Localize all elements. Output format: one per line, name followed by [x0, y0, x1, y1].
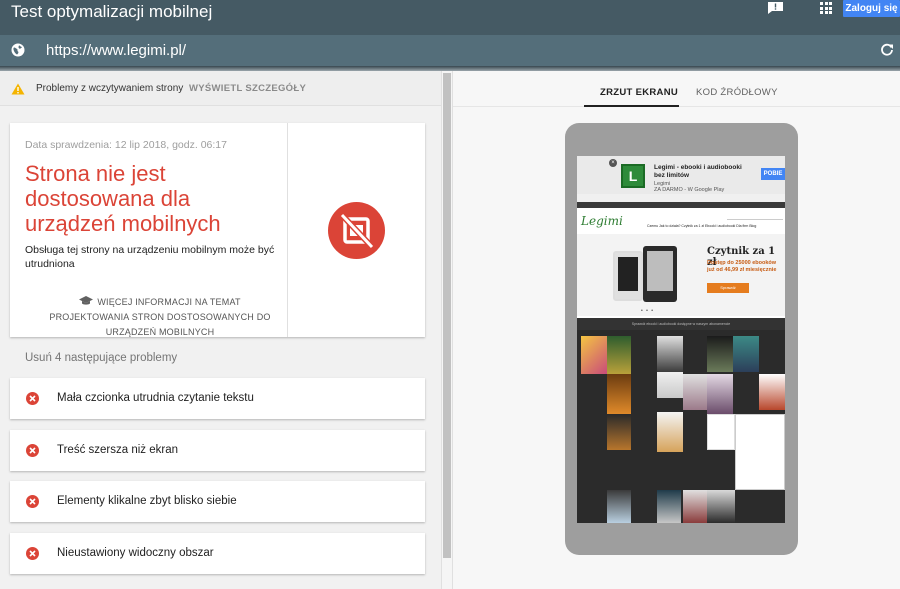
results-panel: Problemy z wczytywaniem strony WYŚWIETL … [0, 71, 452, 589]
url-text[interactable]: https://www.legimi.pl/ [46, 42, 186, 59]
issue-label: Elementy klikalne zbyt blisko siebie [57, 495, 237, 507]
apps-grid-icon[interactable] [820, 2, 832, 14]
book-cover [707, 490, 735, 523]
site-hero: Legimi Czemu Jak to działa? Czytnik za 1… [577, 208, 785, 318]
book-cover [733, 336, 759, 372]
promo-button: Sprawdź [707, 283, 749, 293]
book-cover [683, 374, 707, 410]
tab-screenshot[interactable]: ZRZUT EKRANU [600, 87, 678, 98]
issue-label: Treść szersza niż ekran [57, 444, 178, 456]
banner-subtitle: Legimi ZA DARMO - W Google Play [654, 181, 725, 193]
carousel-dots: • • • [641, 308, 655, 314]
warning-icon [11, 83, 25, 95]
issue-label: Nieustawiony widoczny obszar [57, 547, 214, 559]
tab-source-code[interactable]: KOD ŹRÓDŁOWY [696, 87, 778, 98]
card-divider [287, 123, 288, 337]
site-logo: Legimi [581, 214, 623, 228]
book-cover [707, 336, 733, 372]
issue-label: Mała czcionka utrudnia czytanie tekstu [57, 392, 254, 404]
sign-in-button[interactable]: Zaloguj się [843, 0, 900, 17]
ereader-image [613, 251, 643, 301]
ereader-image [643, 246, 677, 302]
book-cover [607, 490, 631, 523]
page-screenshot: × L Legimi - ebooki i audiobooki bez lim… [577, 156, 785, 523]
reload-icon[interactable] [880, 43, 894, 57]
issue-item-content-wider[interactable]: Treść szersza niż ekran [10, 430, 425, 471]
banner-close-icon: × [609, 159, 617, 167]
globe-icon [11, 43, 25, 57]
test-date: Data sprawdzenia: 12 lip 2018, godz. 06:… [25, 139, 227, 151]
banner-title: Legimi - ebooki i audiobooki bez limitów [654, 164, 742, 179]
promo-subtitle: Dostęp do 25000 ebooków już od 46,99 zł … [707, 260, 777, 273]
book-cover [707, 414, 735, 450]
graduation-cap-icon [79, 296, 94, 305]
preview-tabs: ZRZUT EKRANU KOD ŹRÓDŁOWY [453, 71, 900, 107]
error-icon [26, 392, 39, 405]
banner-install-button: POBIE [761, 168, 785, 180]
error-icon [26, 495, 39, 508]
preview-panel: ZRZUT EKRANU KOD ŹRÓDŁOWY × L Legimi - e… [452, 71, 900, 589]
book-cover [707, 374, 733, 414]
not-mobile-friendly-icon [328, 202, 385, 259]
book-cover [759, 374, 785, 410]
feedback-icon[interactable] [767, 1, 784, 15]
legimi-app-icon: L [621, 164, 645, 188]
issues-heading: Usuń 4 następujące problemy [25, 352, 178, 364]
book-cover [657, 336, 683, 372]
book-cover [657, 412, 683, 452]
issue-item-clickable-close[interactable]: Elementy klikalne zbyt blisko siebie [10, 481, 425, 522]
books-heading-strip: Sprawdź ebooki i audiobooki dostępne w n… [577, 318, 785, 330]
site-search [727, 214, 783, 220]
site-menu: Czemu Jak to działa? Czytnik za 1 zł Ebo… [647, 224, 757, 228]
loading-issues-text: Problemy z wczytywaniem strony [36, 83, 184, 94]
issue-item-viewport[interactable]: Nieustawiony widoczny obszar [10, 533, 425, 574]
app-title: Test optymalizacji mobilnej [11, 2, 213, 21]
book-cover [683, 490, 707, 523]
book-cover [735, 414, 785, 490]
scrollbar[interactable] [441, 71, 452, 589]
book-cover [657, 490, 681, 523]
phone-frame: × L Legimi - ebooki i audiobooki bez lim… [565, 123, 798, 555]
result-card: Data sprawdzenia: 12 lip 2018, godz. 06:… [10, 123, 425, 337]
book-cover [581, 336, 607, 374]
app-install-banner: × L Legimi - ebooki i audiobooki bez lim… [577, 156, 785, 194]
error-icon [26, 444, 39, 457]
app-header: Test optymalizacji mobilnej Zaloguj się [0, 0, 900, 35]
url-bar: https://www.legimi.pl/ [0, 35, 900, 66]
active-tab-indicator [584, 105, 679, 107]
cookie-strip [577, 194, 785, 202]
error-icon [26, 547, 39, 560]
loading-issues-bar: Problemy z wczytywaniem strony WYŚWIETL … [0, 71, 441, 106]
issue-item-small-font[interactable]: Mała czcionka utrudnia czytanie tekstu [10, 378, 425, 419]
scrollbar-thumb[interactable] [443, 73, 451, 558]
book-cover [657, 372, 683, 398]
book-cover [607, 414, 631, 450]
book-cover [607, 336, 631, 374]
show-details-link[interactable]: WYŚWIETL SZCZEGÓŁY [189, 83, 306, 94]
book-cover [607, 374, 631, 414]
result-description: Obsługa tej strony na urządzeniu mobilny… [25, 244, 275, 270]
more-info-link[interactable]: WIĘCEJ INFORMACJI NA TEMAT PROJEKTOWANIA… [40, 295, 280, 340]
result-headline: Strona nie jest dostosowana dla urządzeń… [25, 161, 221, 236]
